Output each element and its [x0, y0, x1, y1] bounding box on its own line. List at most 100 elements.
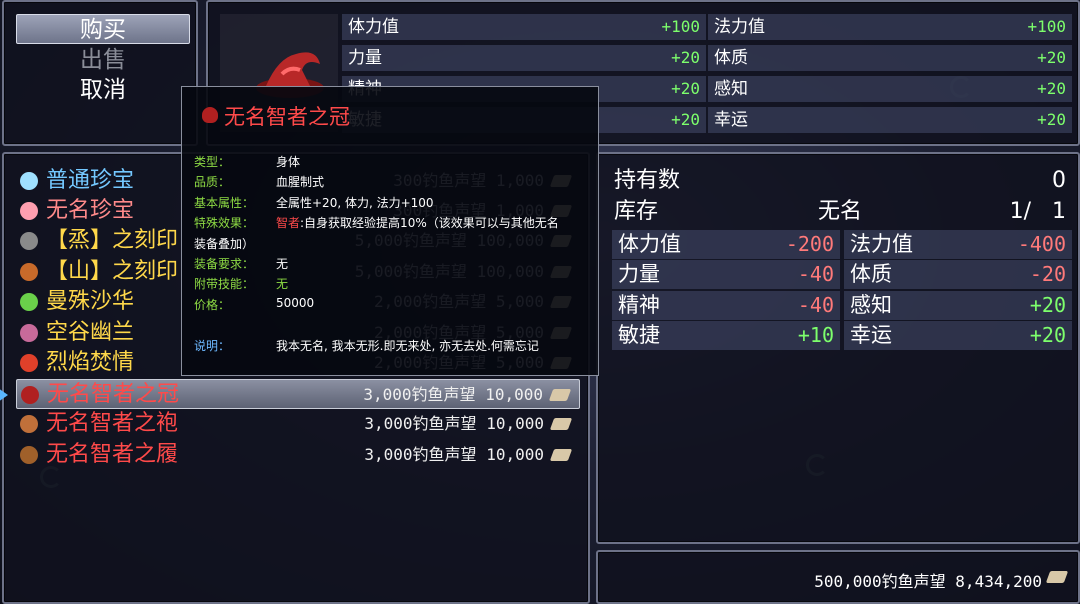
tooltip-requirement-value: 无	[276, 257, 289, 271]
tooltip-title: 无名智者之冠	[224, 105, 350, 129]
stat-value: +100	[1027, 17, 1066, 36]
sell-command[interactable]: 出售	[16, 45, 190, 75]
tooltip-special-key: 特殊效果：	[194, 216, 255, 230]
detail-stat-value: -200	[785, 232, 834, 256]
coin-icon	[549, 418, 573, 430]
stat-row: 幸运 +20	[708, 107, 1072, 133]
detail-stat-label: 幸运	[850, 323, 892, 347]
buy-command[interactable]: 购买	[16, 14, 190, 44]
item-icon	[20, 446, 38, 464]
stock-label: 库存	[614, 199, 659, 224]
shop-item-row[interactable]: 无名智者之袍 3,000钓鱼声望 10,000	[16, 409, 580, 439]
detail-stat-row: 敏捷 +10	[612, 321, 840, 350]
detail-stat-row: 感知 +20	[844, 291, 1072, 320]
item-tooltip: 无名智者之冠 类型： 身体 品质： 血腥制式 基本属性： 全属性+20, 体力,…	[181, 86, 599, 376]
detail-stat-row: 力量 -40	[612, 260, 840, 289]
stat-row: 感知 +20	[708, 76, 1072, 102]
tooltip-price-key: 价格：	[194, 298, 231, 312]
tooltip-price-value: 50000	[276, 296, 315, 310]
stat-row: 法力值 +100	[708, 14, 1072, 40]
detail-stat-label: 感知	[850, 293, 892, 317]
detail-stat-value: -400	[1017, 232, 1066, 256]
currency-window: 500,000钓鱼声望 8,434,200	[596, 550, 1080, 604]
detail-stat-row: 精神 -40	[612, 291, 840, 320]
coin-icon	[548, 389, 572, 401]
tooltip-special-value: 智者:自身获取经验提高10%（该效果可以与其他无名	[276, 214, 559, 231]
item-icon	[20, 293, 38, 311]
stat-value: +20	[1037, 48, 1066, 67]
item-name: 【烝】之刻印	[46, 228, 179, 253]
item-icon	[20, 354, 38, 372]
item-icon	[21, 386, 39, 404]
detail-stat-row: 体质 -20	[844, 260, 1072, 289]
stat-label: 法力值	[714, 17, 765, 37]
tooltip-special-prefix: 智者	[276, 216, 301, 230]
detail-stat-value: -20	[1029, 262, 1066, 286]
stat-value: +20	[1037, 79, 1066, 98]
stat-value: +20	[671, 48, 700, 67]
tooltip-special-continued: 装备叠加）	[194, 237, 255, 251]
detail-stat-label: 精神	[618, 293, 660, 317]
detail-stat-row: 法力值 -400	[844, 230, 1072, 259]
selection-cursor-icon	[0, 388, 8, 402]
stock-value: 1/ 1	[1009, 199, 1066, 224]
detail-stat-label: 体质	[850, 262, 892, 286]
detail-stat-row: 幸运 +20	[844, 321, 1072, 350]
tooltip-desc-value: 我本无名, 我本无形.即无来处, 亦无去处.何需忘记	[276, 339, 539, 353]
tooltip-base-attr-value: 全属性+20, 体力, 法力+100	[276, 196, 434, 210]
stat-row: 体力值 +100	[342, 14, 706, 40]
detail-stat-row: 体力值 -200	[612, 230, 840, 259]
item-icon	[20, 172, 38, 190]
tooltip-quality-key: 品质：	[194, 175, 231, 189]
item-name: 无名智者之冠	[47, 382, 180, 407]
detail-stat-value: -40	[797, 262, 834, 286]
stock-name: 无名	[818, 199, 863, 224]
owned-value: 0	[1052, 168, 1066, 193]
detail-stat-value: -40	[797, 293, 834, 317]
command-window: 购买 出售 取消	[2, 0, 198, 146]
cancel-command[interactable]: 取消	[16, 75, 190, 105]
tooltip-skill-key: 附带技能：	[194, 277, 255, 291]
tooltip-base-attr-key: 基本属性：	[194, 196, 255, 210]
item-price: 3,000钓鱼声望 10,000	[364, 445, 544, 464]
item-price: 3,000钓鱼声望 10,000	[364, 414, 544, 433]
wizard-hat-icon	[202, 107, 218, 123]
stat-row: 体质 +20	[708, 45, 1072, 71]
shop-item-row[interactable]: 无名智者之冠 3,000钓鱼声望 10,000	[16, 379, 580, 409]
stat-value: +20	[1037, 110, 1066, 129]
item-icon	[20, 324, 38, 342]
item-name: 空谷幽兰	[46, 320, 135, 345]
shop-item-row[interactable]: 无名智者之履 3,000钓鱼声望 10,000	[16, 440, 580, 470]
detail-stat-value: +10	[797, 323, 834, 347]
item-detail-window: 持有数 0 库存 无名 1/ 1 体力值 -200 法力值 -400 力量 -40 体质 -2…	[596, 152, 1080, 544]
tooltip-requirement-key: 装备要求：	[194, 257, 255, 271]
item-name: 普通珍宝	[46, 168, 135, 193]
tooltip-desc-key: 说明：	[194, 339, 231, 353]
tooltip-quality-value: 血腥制式	[276, 175, 325, 189]
owned-label: 持有数	[614, 168, 681, 193]
item-icon	[20, 415, 38, 433]
tooltip-type-value: 身体	[276, 155, 301, 169]
stat-label: 力量	[348, 48, 382, 68]
stat-value: +20	[671, 110, 700, 129]
stat-row: 力量 +20	[342, 45, 706, 71]
item-name: 无名珍宝	[46, 198, 135, 223]
detail-stat-label: 敏捷	[618, 323, 660, 347]
tooltip-skill-value: 无	[276, 277, 289, 291]
item-icon	[20, 232, 38, 250]
detail-stat-label: 法力值	[850, 232, 913, 256]
item-price: 3,000钓鱼声望 10,000	[363, 385, 543, 404]
item-icon	[20, 263, 38, 281]
stat-label: 感知	[714, 79, 748, 99]
item-name: 无名智者之袍	[46, 411, 179, 436]
stat-label: 幸运	[714, 110, 748, 130]
stat-label: 体质	[714, 48, 748, 68]
item-name: 【山】之刻印	[46, 259, 179, 284]
detail-stat-value: +20	[1029, 323, 1066, 347]
currency-value: 500,000钓鱼声望 8,434,200	[814, 572, 1042, 591]
coin-icon	[549, 449, 573, 461]
detail-stat-value: +20	[1029, 293, 1066, 317]
tooltip-special-text: :自身获取经验提高10%（该效果可以与其他无名	[300, 216, 559, 230]
item-icon	[20, 202, 38, 220]
stat-value: +100	[661, 17, 700, 36]
